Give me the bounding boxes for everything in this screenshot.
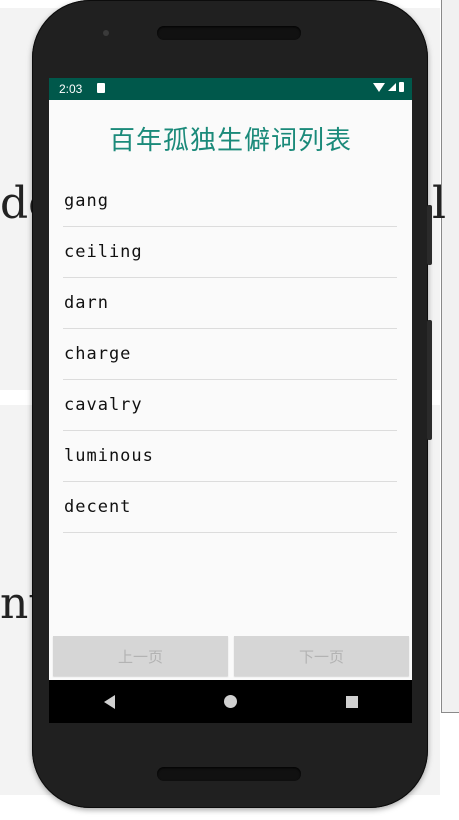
power-button[interactable] [427,205,432,265]
word-item-luminous[interactable]: luminous [63,431,397,482]
background-text-fragment: l [432,178,447,229]
sd-card-icon [97,83,105,93]
word-item-darn[interactable]: darn [63,278,397,329]
previous-page-button[interactable]: 上一页 [53,636,228,676]
word-item-cavalry[interactable]: cavalry [63,380,397,431]
word-list: gang ceiling darn charge cavalry luminou… [63,176,397,533]
word-item-gang[interactable]: gang [63,176,397,227]
status-time: 2:03 [59,82,83,96]
status-icons [373,82,404,92]
status-bar: 2:03 [49,78,412,100]
word-item-ceiling[interactable]: ceiling [63,227,397,278]
page-title: 百年孤独生僻词列表 [108,126,352,156]
word-item-charge[interactable]: charge [63,329,397,380]
next-page-button[interactable]: 下一页 [234,636,409,676]
bottom-speaker [157,767,301,781]
background-panel-right [441,0,459,713]
word-item-decent[interactable]: decent [63,482,397,533]
signal-icon [388,83,396,91]
pagination-bar: 上一页 下一页 [53,636,409,676]
front-camera-icon [103,30,109,36]
volume-button[interactable] [427,320,432,440]
back-icon[interactable] [103,694,115,709]
system-navigation-bar [49,680,412,723]
wifi-icon [373,82,385,92]
top-speaker [157,26,301,40]
battery-icon [399,82,404,92]
device-screen: 2:03 百年孤独生僻词列表 gang ceiling darn charge … [49,78,412,723]
recent-apps-icon[interactable] [345,695,358,708]
home-icon[interactable] [223,695,237,708]
